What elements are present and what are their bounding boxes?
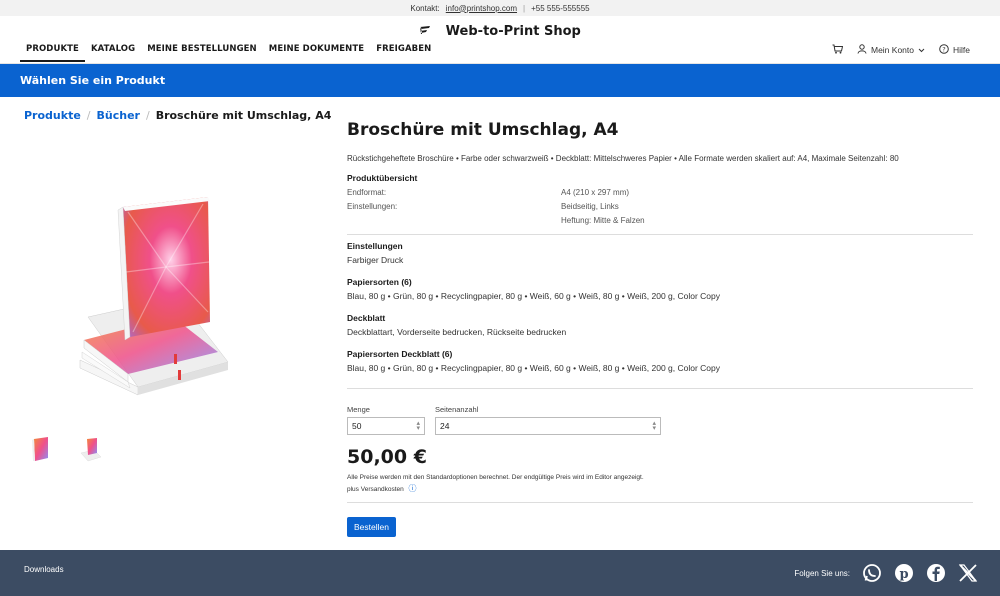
nav-item-meine-bestellungen[interactable]: MEINE BESTELLUNGEN xyxy=(141,42,263,62)
section-papiersorten-deckblatt: Papiersorten Deckblatt (6) Blau, 80 g • … xyxy=(347,349,973,375)
svg-text:p: p xyxy=(899,567,908,582)
info-icon[interactable]: ⓘ xyxy=(409,484,417,493)
order-form: Menge 50 ▴ ▾ Seitenanzahl 24 ▴ ▾ xyxy=(347,405,661,435)
divider xyxy=(347,502,973,503)
section-title: Papiersorten Deckblatt (6) xyxy=(347,349,453,359)
section-deckblatt: Deckblatt Deckblattart, Vorderseite bedr… xyxy=(347,313,973,339)
divider xyxy=(347,234,973,235)
price-note-text: Alle Preise werden mit den Standardoptio… xyxy=(347,474,644,481)
pages-label: Seitenanzahl xyxy=(435,405,479,414)
divider xyxy=(347,388,973,389)
cart-icon xyxy=(832,44,844,56)
pinterest-icon[interactable]: p xyxy=(894,563,914,583)
product-details: Broschüre mit Umschlag, A4 Rückstichgehe… xyxy=(347,120,973,385)
shipping-note: plus Versandkosten xyxy=(347,486,404,493)
overview-settings-label: Einstellungen: xyxy=(347,202,398,211)
contact-email-link[interactable]: info@printshop.com xyxy=(446,4,517,13)
section-value: Blau, 80 g • Grün, 80 g • Recyclingpapie… xyxy=(347,363,721,373)
nav-item-katalog[interactable]: KATALOG xyxy=(85,42,141,62)
site-footer: Downloads Folgen Sie uns: p xyxy=(0,550,1000,596)
section-title: Papiersorten (6) xyxy=(347,277,412,287)
order-button[interactable]: Bestellen xyxy=(347,517,396,537)
price-note: Alle Preise werden mit den Standardoptio… xyxy=(347,472,644,495)
facebook-icon[interactable] xyxy=(926,563,946,583)
whatsapp-icon[interactable] xyxy=(862,563,882,583)
section-value: Blau, 80 g • Grün, 80 g • Recyclingpapie… xyxy=(347,291,721,301)
page-banner: Wählen Sie ein Produkt xyxy=(0,64,1000,97)
quantity-label: Menge xyxy=(347,405,370,414)
thumbnail-1[interactable] xyxy=(30,436,52,462)
x-twitter-icon[interactable] xyxy=(958,563,978,583)
breadcrumb: Produkte / Bücher / Broschüre mit Umschl… xyxy=(24,109,331,122)
section-title: Deckblatt xyxy=(347,313,386,323)
brand[interactable]: Web-to-Print Shop xyxy=(0,24,1000,39)
thumbnail-2[interactable] xyxy=(80,436,102,462)
contact-separator: | xyxy=(523,3,526,13)
breadcrumb-current: Broschüre mit Umschlag, A4 xyxy=(155,109,332,122)
overview-row: Endformat: A4 (210 x 297 mm) xyxy=(347,186,973,200)
section-title: Einstellungen xyxy=(347,241,403,251)
nav-item-freigaben[interactable]: FREIGABEN xyxy=(370,42,437,62)
price-value: 50,00 € xyxy=(347,446,427,468)
overview-settings-value-2: Heftung: Mitte & Falzen xyxy=(561,216,645,225)
overview-format-label: Endformat: xyxy=(347,188,387,197)
overview-row: Einstellungen: Beidseitig, Links xyxy=(347,200,973,214)
help-link[interactable]: ? Hilfe xyxy=(939,44,970,56)
product-main-image xyxy=(78,192,238,397)
top-contact-bar: Kontakt: info@printshop.com | +55 555-55… xyxy=(0,0,1000,16)
breadcrumb-produkte[interactable]: Produkte xyxy=(24,109,81,122)
social-links: Folgen Sie uns: p xyxy=(794,563,978,583)
chevron-down-icon xyxy=(918,45,925,55)
quantity-input[interactable]: 50 ▴ ▾ xyxy=(347,417,425,435)
follow-label: Folgen Sie uns: xyxy=(794,568,850,578)
section-value: Farbiger Druck xyxy=(347,255,404,265)
breadcrumb-buecher[interactable]: Bücher xyxy=(97,109,140,122)
help-icon: ? xyxy=(939,44,949,56)
breadcrumb-separator: / xyxy=(86,109,91,122)
overview-row: Heftung: Mitte & Falzen xyxy=(347,214,973,228)
contact-label: Kontakt: xyxy=(410,3,440,13)
pages-stepper-icon[interactable]: ▴ ▾ xyxy=(652,420,656,432)
brand-name: Web-to-Print Shop xyxy=(445,24,581,39)
overview-format-value: A4 (210 x 297 mm) xyxy=(561,188,630,197)
help-label: Hilfe xyxy=(952,45,970,55)
pages-field: Seitenanzahl 24 ▴ ▾ xyxy=(435,405,661,435)
section-papiersorten: Papiersorten (6) Blau, 80 g • Grün, 80 g… xyxy=(347,277,973,303)
product-thumbnails xyxy=(30,436,102,462)
site-header: Web-to-Print Shop PRODUKTE KATALOG MEINE… xyxy=(0,16,1000,64)
overview-settings-value-1: Beidseitig, Links xyxy=(561,202,619,211)
cart-button[interactable] xyxy=(832,44,844,56)
nav-item-meine-dokumente[interactable]: MEINE DOKUMENTE xyxy=(263,42,370,62)
downloads-link[interactable]: Downloads xyxy=(24,565,64,574)
breadcrumb-separator: / xyxy=(145,109,150,122)
account-menu[interactable]: Mein Konto xyxy=(857,44,925,56)
header-utilities: Mein Konto ? Hilfe xyxy=(832,44,970,56)
quantity-field: Menge 50 ▴ ▾ xyxy=(347,405,425,435)
section-value: Deckblattart, Vorderseite bedrucken, Rüc… xyxy=(347,327,567,337)
overview-title: Produktübersicht xyxy=(347,173,418,183)
contact-phone: +55 555-555555 xyxy=(531,3,590,13)
main-nav: PRODUKTE KATALOG MEINE BESTELLUNGEN MEIN… xyxy=(20,42,437,62)
svg-text:?: ? xyxy=(942,45,945,53)
product-description: Rückstichgeheftete Broschüre • Farbe ode… xyxy=(347,154,899,163)
brand-logo-icon xyxy=(419,24,431,38)
nav-item-produkte[interactable]: PRODUKTE xyxy=(20,42,85,62)
quantity-stepper-icon[interactable]: ▴ ▾ xyxy=(416,420,420,432)
account-label: Mein Konto xyxy=(870,45,914,55)
user-icon xyxy=(857,44,867,56)
product-title: Broschüre mit Umschlag, A4 xyxy=(347,120,619,140)
section-einstellungen: Einstellungen Farbiger Druck xyxy=(347,241,973,267)
pages-input[interactable]: 24 ▴ ▾ xyxy=(435,417,661,435)
